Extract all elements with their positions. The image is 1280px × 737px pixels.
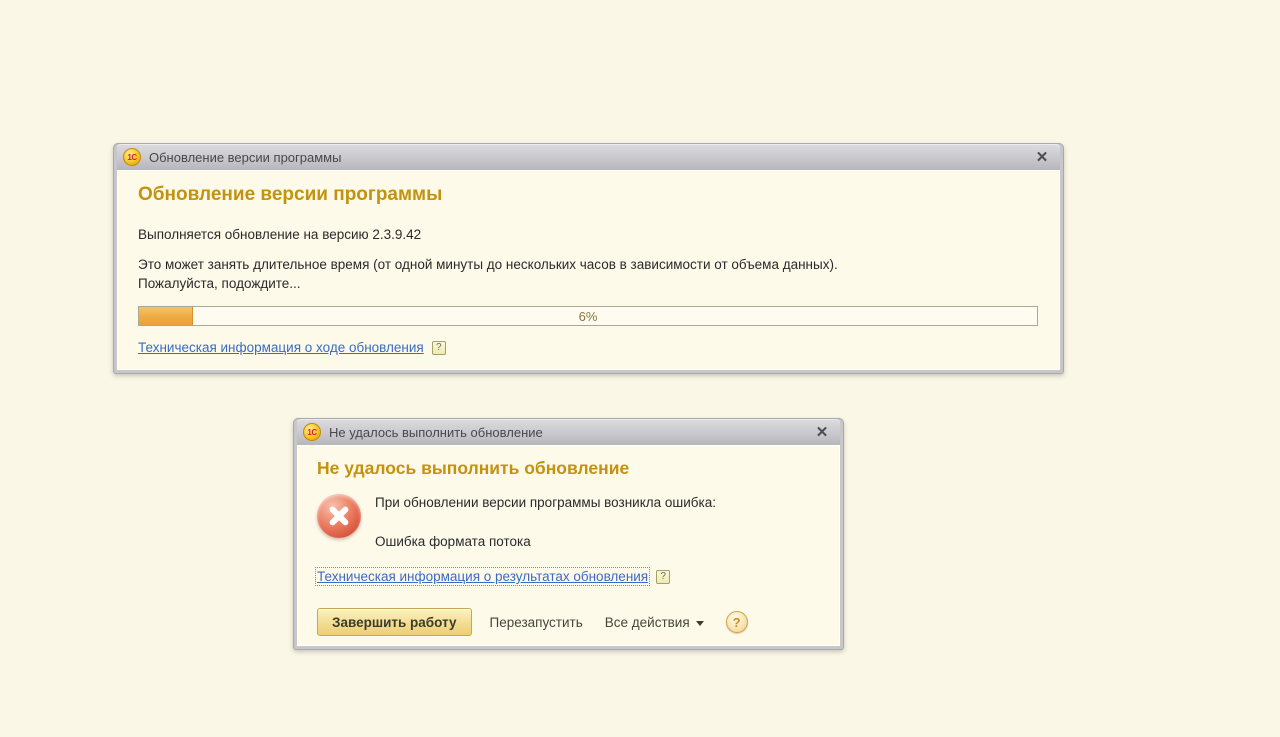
all-actions-button[interactable]: Все действия xyxy=(601,608,708,636)
finish-work-button[interactable]: Завершить работу xyxy=(317,608,472,636)
update-window-titlebar[interactable]: 1С Обновление версии программы ✕ xyxy=(117,144,1060,170)
1c-logo-icon: 1С xyxy=(123,148,141,166)
close-icon[interactable]: ✕ xyxy=(812,422,832,442)
update-progress-window: 1С Обновление версии программы ✕ Обновле… xyxy=(113,143,1064,374)
error-intro-text: При обновлении версии программы возникла… xyxy=(375,495,716,510)
close-icon[interactable]: ✕ xyxy=(1032,147,1052,167)
restart-button[interactable]: Перезапустить xyxy=(486,608,587,636)
help-icon[interactable]: ? xyxy=(432,341,446,355)
update-info-text-2: Пожалуйста, подождите... xyxy=(138,274,1039,293)
update-status-text: Выполняется обновление на версию 2.3.9.4… xyxy=(138,227,1039,242)
error-window-title: Не удалось выполнить обновление xyxy=(329,425,804,440)
chevron-down-icon xyxy=(696,621,704,626)
tech-info-progress-link[interactable]: Техническая информация о ходе обновления xyxy=(138,340,424,355)
update-progress-bar: 6% xyxy=(138,306,1038,326)
error-heading: Не удалось выполнить обновление xyxy=(317,458,820,479)
update-heading: Обновление версии программы xyxy=(138,184,1039,206)
all-actions-label: Все действия xyxy=(605,615,690,630)
error-cross-icon xyxy=(317,494,361,538)
help-icon[interactable]: ? xyxy=(656,570,670,584)
progress-percent-label: 6% xyxy=(139,307,1037,325)
update-failed-window: 1С Не удалось выполнить обновление ✕ Не … xyxy=(293,418,844,650)
error-detail-text: Ошибка формата потока xyxy=(375,534,716,549)
1c-logo-icon: 1С xyxy=(303,423,321,441)
update-window-title: Обновление версии программы xyxy=(149,150,1024,165)
update-info-text-1: Это может занять длительное время (от од… xyxy=(138,255,1039,274)
tech-info-results-link[interactable]: Техническая информация о результатах обн… xyxy=(317,569,648,584)
help-round-button[interactable]: ? xyxy=(726,611,748,633)
error-window-titlebar[interactable]: 1С Не удалось выполнить обновление ✕ xyxy=(297,419,840,445)
